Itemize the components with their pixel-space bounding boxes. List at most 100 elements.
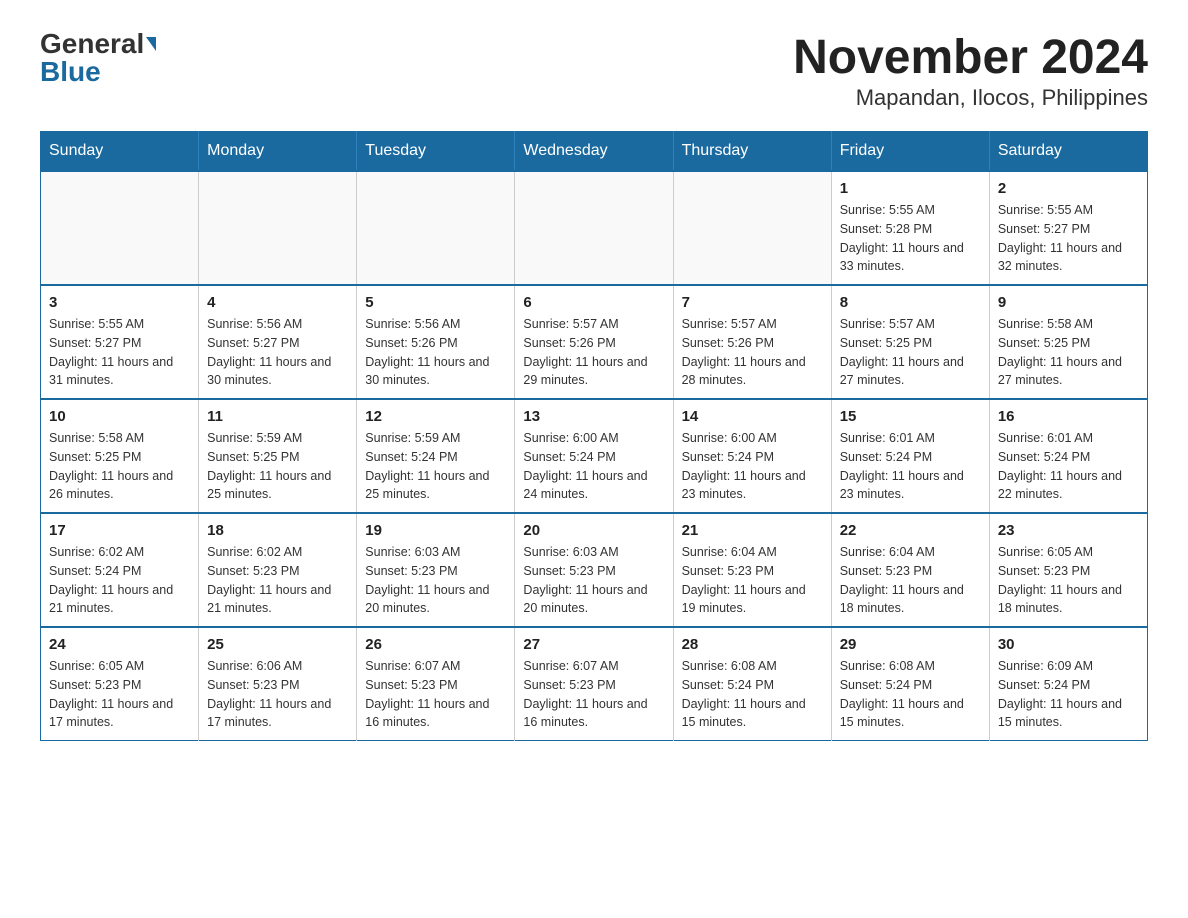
calendar-cell: 3 Sunrise: 5:55 AMSunset: 5:27 PMDaylight… (41, 285, 199, 399)
calendar-cell: 9 Sunrise: 5:58 AMSunset: 5:25 PMDaylight… (989, 285, 1147, 399)
page-header: General Blue November 2024 Mapandan, Ilo… (40, 30, 1148, 111)
calendar-cell: 7 Sunrise: 5:57 AMSunset: 5:26 PMDaylight… (673, 285, 831, 399)
day-info: Sunrise: 5:59 AMSunset: 5:24 PMDaylight:… (365, 429, 506, 504)
calendar-header: SundayMondayTuesdayWednesdayThursdayFrid… (41, 132, 1148, 172)
day-number: 6 (523, 294, 664, 311)
calendar-cell: 15Sunrise: 6:01 AMSunset: 5:24 PMDayligh… (831, 399, 989, 513)
weekday-header-friday: Friday (831, 132, 989, 172)
calendar-cell: 23 Sunrise: 6:05 AMSunset: 5:23 PMDayligh… (989, 513, 1147, 627)
day-number: 3 (49, 294, 190, 311)
day-info: Sunrise: 5:56 AMSunset: 5:26 PMDaylight:… (365, 315, 506, 390)
day-number: 28 (682, 636, 823, 653)
logo-triangle-icon (146, 37, 156, 51)
day-info: Sunrise: 5:58 AMSunset: 5:25 PMDaylight:… (998, 315, 1139, 390)
logo-general: General (40, 30, 144, 58)
day-info: Sunrise: 6:04 AMSunset: 5:23 PMDaylight:… (682, 543, 823, 618)
calendar-week-row: 3 Sunrise: 5:55 AMSunset: 5:27 PMDaylight… (41, 285, 1148, 399)
weekday-header-thursday: Thursday (673, 132, 831, 172)
day-number: 7 (682, 294, 823, 311)
day-number: 22 (840, 522, 981, 539)
calendar-cell: 8 Sunrise: 5:57 AMSunset: 5:25 PMDaylight… (831, 285, 989, 399)
day-info: Sunrise: 6:03 AMSunset: 5:23 PMDaylight:… (523, 543, 664, 618)
calendar-table: SundayMondayTuesdayWednesdayThursdayFrid… (40, 131, 1148, 741)
calendar-cell (199, 171, 357, 285)
day-info: Sunrise: 5:55 AMSunset: 5:27 PMDaylight:… (998, 201, 1139, 276)
day-number: 23 (998, 522, 1139, 539)
day-info: Sunrise: 6:07 AMSunset: 5:23 PMDaylight:… (365, 657, 506, 732)
day-number: 2 (998, 180, 1139, 197)
calendar-cell: 26 Sunrise: 6:07 AMSunset: 5:23 PMDayligh… (357, 627, 515, 741)
day-number: 21 (682, 522, 823, 539)
day-info: Sunrise: 6:00 AMSunset: 5:24 PMDaylight:… (682, 429, 823, 504)
day-info: Sunrise: 5:55 AMSunset: 5:27 PMDaylight:… (49, 315, 190, 390)
day-info: Sunrise: 6:05 AMSunset: 5:23 PMDaylight:… (998, 543, 1139, 618)
title-block: November 2024 Mapandan, Ilocos, Philippi… (793, 30, 1148, 111)
day-number: 29 (840, 636, 981, 653)
day-number: 18 (207, 522, 348, 539)
day-number: 13 (523, 408, 664, 425)
day-number: 1 (840, 180, 981, 197)
calendar-cell: 14 Sunrise: 6:00 AMSunset: 5:24 PMDayligh… (673, 399, 831, 513)
weekday-header-monday: Monday (199, 132, 357, 172)
day-info: Sunrise: 6:00 AMSunset: 5:24 PMDaylight:… (523, 429, 664, 504)
day-info: Sunrise: 5:57 AMSunset: 5:25 PMDaylight:… (840, 315, 981, 390)
calendar-cell: 28 Sunrise: 6:08 AMSunset: 5:24 PMDayligh… (673, 627, 831, 741)
calendar-week-row: 17Sunrise: 6:02 AMSunset: 5:24 PMDayligh… (41, 513, 1148, 627)
day-number: 25 (207, 636, 348, 653)
day-info: Sunrise: 6:05 AMSunset: 5:23 PMDaylight:… (49, 657, 190, 732)
day-number: 24 (49, 636, 190, 653)
day-number: 4 (207, 294, 348, 311)
day-info: Sunrise: 5:56 AMSunset: 5:27 PMDaylight:… (207, 315, 348, 390)
calendar-cell (41, 171, 199, 285)
day-info: Sunrise: 5:57 AMSunset: 5:26 PMDaylight:… (682, 315, 823, 390)
day-number: 5 (365, 294, 506, 311)
calendar-cell: 6 Sunrise: 5:57 AMSunset: 5:26 PMDaylight… (515, 285, 673, 399)
day-number: 9 (998, 294, 1139, 311)
day-number: 16 (998, 408, 1139, 425)
calendar-week-row: 10 Sunrise: 5:58 AMSunset: 5:25 PMDayligh… (41, 399, 1148, 513)
calendar-cell: 21 Sunrise: 6:04 AMSunset: 5:23 PMDayligh… (673, 513, 831, 627)
calendar-cell: 17Sunrise: 6:02 AMSunset: 5:24 PMDayligh… (41, 513, 199, 627)
calendar-cell: 2 Sunrise: 5:55 AMSunset: 5:27 PMDaylight… (989, 171, 1147, 285)
calendar-cell: 12Sunrise: 5:59 AMSunset: 5:24 PMDayligh… (357, 399, 515, 513)
calendar-cell (357, 171, 515, 285)
day-info: Sunrise: 6:01 AMSunset: 5:24 PMDaylight:… (998, 429, 1139, 504)
calendar-cell: 10 Sunrise: 5:58 AMSunset: 5:25 PMDayligh… (41, 399, 199, 513)
logo: General Blue (40, 30, 156, 86)
day-number: 27 (523, 636, 664, 653)
weekday-header-row: SundayMondayTuesdayWednesdayThursdayFrid… (41, 132, 1148, 172)
weekday-header-wednesday: Wednesday (515, 132, 673, 172)
weekday-header-tuesday: Tuesday (357, 132, 515, 172)
day-number: 20 (523, 522, 664, 539)
day-number: 15 (840, 408, 981, 425)
calendar-cell: 18 Sunrise: 6:02 AMSunset: 5:23 PMDayligh… (199, 513, 357, 627)
day-number: 14 (682, 408, 823, 425)
day-info: Sunrise: 6:07 AMSunset: 5:23 PMDaylight:… (523, 657, 664, 732)
day-info: Sunrise: 6:03 AMSunset: 5:23 PMDaylight:… (365, 543, 506, 618)
day-info: Sunrise: 6:02 AMSunset: 5:23 PMDaylight:… (207, 543, 348, 618)
day-info: Sunrise: 5:58 AMSunset: 5:25 PMDaylight:… (49, 429, 190, 504)
calendar-cell: 30Sunrise: 6:09 AMSunset: 5:24 PMDayligh… (989, 627, 1147, 741)
calendar-week-row: 1 Sunrise: 5:55 AMSunset: 5:28 PMDaylight… (41, 171, 1148, 285)
calendar-cell: 5 Sunrise: 5:56 AMSunset: 5:26 PMDaylight… (357, 285, 515, 399)
logo-blue: Blue (40, 58, 101, 86)
calendar-cell: 13 Sunrise: 6:00 AMSunset: 5:24 PMDayligh… (515, 399, 673, 513)
calendar-cell (515, 171, 673, 285)
day-info: Sunrise: 6:08 AMSunset: 5:24 PMDaylight:… (682, 657, 823, 732)
calendar-cell: 29 Sunrise: 6:08 AMSunset: 5:24 PMDayligh… (831, 627, 989, 741)
day-info: Sunrise: 5:55 AMSunset: 5:28 PMDaylight:… (840, 201, 981, 276)
day-info: Sunrise: 6:08 AMSunset: 5:24 PMDaylight:… (840, 657, 981, 732)
day-info: Sunrise: 6:09 AMSunset: 5:24 PMDaylight:… (998, 657, 1139, 732)
page-subtitle: Mapandan, Ilocos, Philippines (793, 85, 1148, 111)
day-info: Sunrise: 5:57 AMSunset: 5:26 PMDaylight:… (523, 315, 664, 390)
day-number: 26 (365, 636, 506, 653)
day-info: Sunrise: 6:06 AMSunset: 5:23 PMDaylight:… (207, 657, 348, 732)
calendar-week-row: 24 Sunrise: 6:05 AMSunset: 5:23 PMDayligh… (41, 627, 1148, 741)
calendar-body: 1 Sunrise: 5:55 AMSunset: 5:28 PMDaylight… (41, 171, 1148, 741)
day-number: 8 (840, 294, 981, 311)
day-number: 10 (49, 408, 190, 425)
calendar-cell: 22Sunrise: 6:04 AMSunset: 5:23 PMDayligh… (831, 513, 989, 627)
day-info: Sunrise: 6:02 AMSunset: 5:24 PMDaylight:… (49, 543, 190, 618)
calendar-cell: 19Sunrise: 6:03 AMSunset: 5:23 PMDayligh… (357, 513, 515, 627)
weekday-header-sunday: Sunday (41, 132, 199, 172)
